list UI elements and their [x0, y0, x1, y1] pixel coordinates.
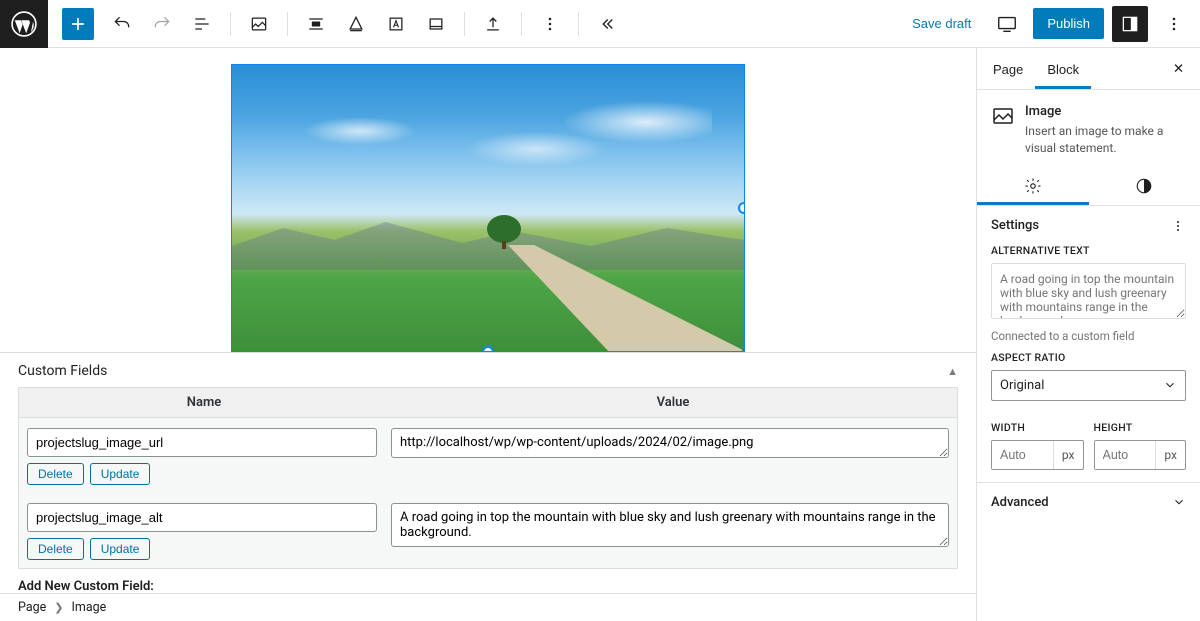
breadcrumb-root[interactable]: Page — [18, 600, 46, 615]
close-sidebar-button[interactable]: ✕ — [1161, 53, 1196, 85]
settings-sidebar: Page Block ✕ Image Insert an image to ma… — [976, 48, 1200, 621]
settings-subtab[interactable] — [977, 167, 1089, 205]
cf-value-input[interactable]: http://localhost/wp/wp-content/uploads/2… — [391, 428, 949, 458]
chevron-down-icon — [1172, 495, 1186, 509]
width-label: WIDTH — [991, 421, 1084, 434]
aspect-ratio-label: ASPECT RATIO — [991, 351, 1186, 364]
width-input[interactable] — [992, 441, 1053, 469]
cf-value-input[interactable]: A road going in top the mountain with bl… — [391, 503, 949, 547]
cf-header-value: Value — [389, 388, 957, 417]
align-button[interactable] — [298, 6, 334, 42]
advanced-section-toggle[interactable]: Advanced — [977, 483, 1200, 522]
tab-block[interactable]: Block — [1035, 48, 1091, 89]
editor-canvas: Custom Fields ▲ Name Value Delete — [0, 48, 976, 621]
breadcrumb: Page ❯ Image — [0, 593, 976, 621]
cf-name-input[interactable] — [27, 503, 377, 532]
settings-section-title: Settings — [991, 218, 1039, 233]
block-title: Image — [1025, 104, 1186, 119]
custom-fields-title: Custom Fields — [18, 363, 947, 379]
resize-handle-bottom[interactable] — [482, 346, 494, 352]
cf-update-button[interactable]: Update — [90, 538, 151, 560]
cf-name-input[interactable] — [27, 428, 377, 457]
image-icon — [991, 104, 1015, 128]
image-icon[interactable] — [241, 6, 277, 42]
panel-collapse-toggle[interactable]: ▲ — [947, 365, 958, 378]
block-description: Insert an image to make a visual stateme… — [1025, 123, 1186, 157]
replace-button[interactable] — [475, 6, 511, 42]
alt-text-help: Connected to a custom field — [991, 329, 1186, 343]
height-unit[interactable]: px — [1155, 441, 1185, 469]
cf-delete-button[interactable]: Delete — [27, 538, 84, 560]
save-draft-button[interactable]: Save draft — [902, 10, 981, 37]
alt-text-input[interactable] — [991, 263, 1186, 319]
redo-button[interactable] — [144, 6, 180, 42]
styles-subtab[interactable] — [1089, 167, 1200, 205]
alt-text-label: ALTERNATIVE TEXT — [991, 244, 1186, 257]
cf-delete-button[interactable]: Delete — [27, 463, 84, 485]
height-label: HEIGHT — [1094, 421, 1187, 434]
chevron-down-icon — [1163, 378, 1177, 392]
chevron-right-icon: ❯ — [54, 601, 63, 614]
resize-handle-right[interactable] — [738, 202, 745, 214]
settings-panel-toggle[interactable] — [1112, 6, 1148, 42]
preview-button[interactable] — [989, 6, 1025, 42]
publish-button[interactable]: Publish — [1033, 8, 1104, 39]
document-overview-button[interactable] — [184, 6, 220, 42]
tab-page[interactable]: Page — [981, 48, 1035, 89]
top-toolbar: Save draft Publish — [0, 0, 1200, 48]
section-options-button[interactable] — [1170, 218, 1186, 234]
undo-button[interactable] — [104, 6, 140, 42]
cf-header-name: Name — [19, 388, 389, 417]
crop-button[interactable] — [418, 6, 454, 42]
custom-field-row: Delete Update http://localhost/wp/wp-con… — [19, 418, 957, 493]
custom-field-row: Delete Update A road going in top the mo… — [19, 493, 957, 568]
image-block[interactable] — [231, 64, 745, 352]
wordpress-logo[interactable] — [0, 0, 48, 48]
gear-icon — [1024, 177, 1042, 195]
caption-button[interactable] — [338, 6, 374, 42]
options-button[interactable] — [1156, 6, 1192, 42]
breadcrumb-leaf[interactable]: Image — [71, 600, 106, 615]
width-unit[interactable]: px — [1053, 441, 1083, 469]
custom-fields-panel: Custom Fields ▲ Name Value Delete — [0, 352, 976, 621]
more-options-button[interactable] — [532, 6, 568, 42]
collapse-toolbar-button[interactable] — [589, 6, 625, 42]
cf-update-button[interactable]: Update — [90, 463, 151, 485]
aspect-ratio-select[interactable]: Original — [991, 370, 1186, 401]
add-block-button[interactable] — [62, 8, 94, 40]
link-button[interactable] — [378, 6, 414, 42]
styles-icon — [1135, 177, 1153, 195]
height-input[interactable] — [1095, 441, 1156, 469]
